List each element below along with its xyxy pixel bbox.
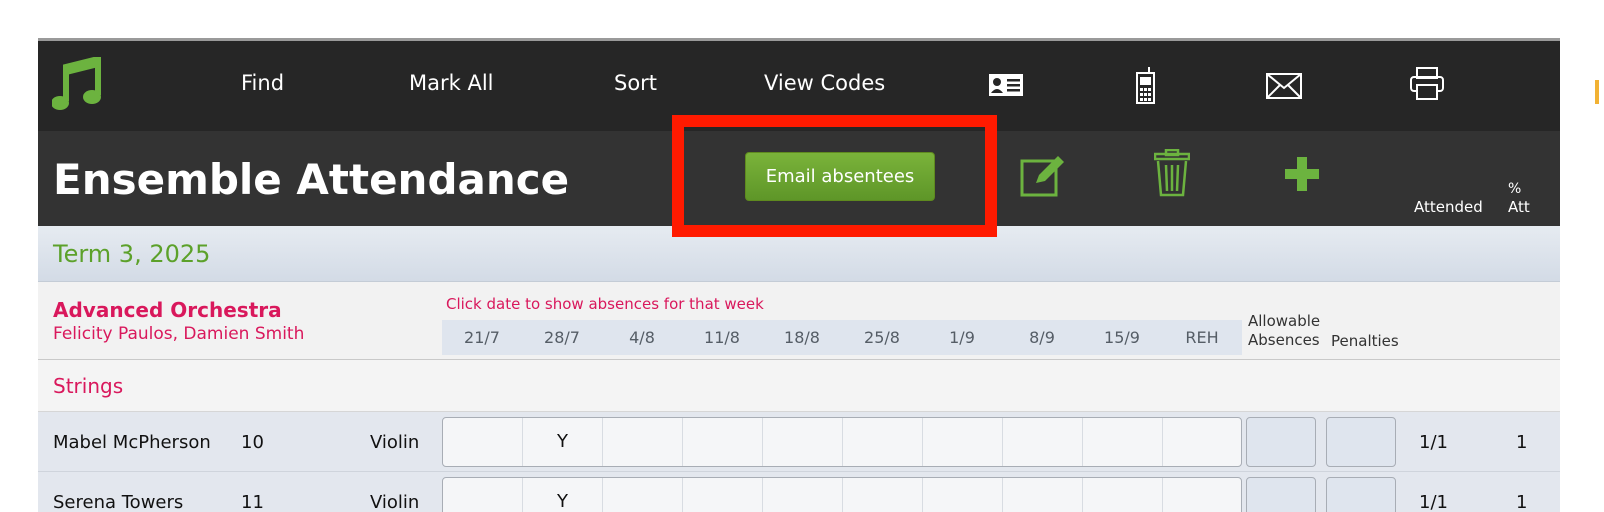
mobile-phone-icon[interactable]	[1135, 67, 1157, 109]
penalties-header: Penalties	[1331, 332, 1399, 350]
allowable-absences-field[interactable]	[1246, 417, 1316, 467]
attendance-cell[interactable]	[1083, 478, 1163, 512]
attendance-cell[interactable]: Y	[523, 478, 603, 512]
attendance-cell[interactable]	[1003, 478, 1083, 512]
attendance-cell[interactable]	[1003, 418, 1083, 466]
mark-all-button[interactable]: Mark All	[409, 71, 494, 95]
attendance-cell[interactable]	[603, 478, 683, 512]
date-header[interactable]: 15/9	[1082, 328, 1162, 347]
edge-marker	[1595, 80, 1599, 104]
view-codes-button[interactable]: View Codes	[764, 71, 885, 95]
section-label: Strings	[53, 374, 124, 398]
student-year: 10	[241, 432, 264, 453]
table-row: Mabel McPherson 10 Violin Y 1/1 1	[38, 412, 1560, 472]
date-header[interactable]: 21/7	[442, 328, 522, 347]
attendance-cell[interactable]	[683, 418, 763, 466]
date-hint: Click date to show absences for that wee…	[446, 295, 764, 313]
allowable-absences-field[interactable]	[1246, 477, 1316, 512]
attendance-cell[interactable]	[603, 418, 683, 466]
page-title: Ensemble Attendance	[53, 155, 570, 204]
penalties-field[interactable]	[1326, 477, 1396, 512]
attendance-cell[interactable]	[1083, 418, 1163, 466]
date-header-strip: 21/7 28/7 4/8 11/8 18/8 25/8 1/9 8/9 15/…	[442, 320, 1242, 355]
table-row: Serena Towers 11 Violin Y 1/1 1	[38, 472, 1560, 512]
attendance-cell[interactable]	[923, 418, 1003, 466]
student-instrument: Violin	[370, 432, 420, 453]
sort-button[interactable]: Sort	[614, 71, 657, 95]
attendance-cell[interactable]	[843, 478, 923, 512]
ensemble-header: Advanced Orchestra Felicity Paulos, Dami…	[38, 282, 1560, 360]
allowable-absences-header-line1: Allowable	[1248, 312, 1321, 330]
student-name: Mabel McPherson	[53, 432, 211, 453]
envelope-icon[interactable]	[1266, 73, 1302, 103]
attendance-cell[interactable]	[443, 418, 523, 466]
penalties-field[interactable]	[1326, 417, 1396, 467]
printer-icon[interactable]	[1409, 67, 1445, 105]
highlight-box	[672, 115, 997, 237]
attended-value: 1/1	[1419, 492, 1448, 512]
add-icon[interactable]	[1285, 157, 1319, 195]
date-header[interactable]: 18/8	[762, 328, 842, 347]
term-label: Term 3, 2025	[53, 240, 211, 268]
attendance-cell[interactable]: Y	[523, 418, 603, 466]
attendance-cell[interactable]	[843, 418, 923, 466]
date-header[interactable]: 11/8	[682, 328, 762, 347]
ensemble-name: Advanced Orchestra	[53, 298, 282, 322]
date-header[interactable]: REH	[1162, 328, 1242, 347]
date-header[interactable]: 25/8	[842, 328, 922, 347]
date-header[interactable]: 1/9	[922, 328, 1002, 347]
music-note-icon[interactable]	[51, 55, 102, 119]
attended-column-header: Attended	[1414, 198, 1483, 216]
trash-icon[interactable]	[1153, 148, 1191, 201]
attended-value: 1/1	[1419, 432, 1448, 453]
student-year: 11	[241, 492, 264, 512]
contact-card-icon[interactable]	[988, 73, 1024, 101]
percent-attended-value: 1	[1516, 432, 1528, 453]
attendance-cell[interactable]	[763, 418, 843, 466]
attendance-cell[interactable]	[1163, 418, 1243, 466]
find-button[interactable]: Find	[241, 71, 284, 95]
percent-column-header-symbol: %	[1508, 181, 1522, 197]
percent-column-header: Att	[1508, 198, 1530, 216]
attendance-cell[interactable]	[443, 478, 523, 512]
attendance-cell[interactable]	[683, 478, 763, 512]
student-name: Serena Towers	[53, 492, 184, 512]
percent-attended-value: 1	[1516, 492, 1528, 512]
attendance-grid: Y	[442, 477, 1242, 512]
date-header[interactable]: 4/8	[602, 328, 682, 347]
attendance-cell[interactable]	[763, 478, 843, 512]
attendance-cell[interactable]	[1163, 478, 1243, 512]
date-header[interactable]: 28/7	[522, 328, 602, 347]
app-window: Find Mark All Sort View Codes Ensemble A…	[38, 38, 1560, 512]
ensemble-teachers: Felicity Paulos, Damien Smith	[53, 324, 305, 344]
student-instrument: Violin	[370, 492, 420, 512]
attendance-cell[interactable]	[923, 478, 1003, 512]
edit-icon[interactable]	[1020, 153, 1066, 203]
date-header[interactable]: 8/9	[1002, 328, 1082, 347]
section-header: Strings	[38, 360, 1560, 412]
attendance-grid: Y	[442, 417, 1242, 467]
allowable-absences-header-line2: Absences	[1248, 331, 1320, 349]
